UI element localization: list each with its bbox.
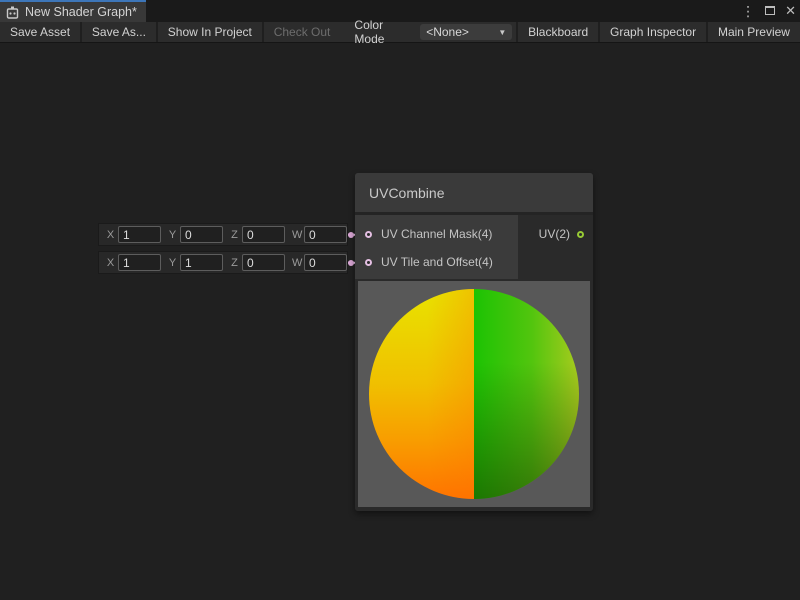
vector-field-y: Y <box>161 254 223 271</box>
vector-z-input[interactable] <box>242 254 285 271</box>
vector4-widget-uv-tile-offset: X Y Z W <box>98 251 348 274</box>
show-in-project-button[interactable]: Show In Project <box>158 22 262 42</box>
graph-inspector-button[interactable]: Graph Inspector <box>600 22 706 42</box>
input-port-icon[interactable] <box>365 259 372 266</box>
vector-field-x: X <box>99 226 161 243</box>
vector-w-input[interactable] <box>304 226 347 243</box>
widget-port-stub <box>347 252 354 273</box>
color-mode-dropdown[interactable]: <None> ▼ <box>420 24 512 40</box>
vector-x-input[interactable] <box>118 254 161 271</box>
kebab-menu-icon[interactable]: ⋮ <box>741 0 755 22</box>
input-port-label: UV Tile and Offset(4) <box>381 255 493 269</box>
vector-w-label: W <box>292 257 301 269</box>
vector-w-input[interactable] <box>304 254 347 271</box>
vector-field-z: Z <box>223 254 285 271</box>
vector-x-label: X <box>106 229 115 241</box>
output-port-label: UV(2) <box>539 227 570 241</box>
save-asset-button[interactable]: Save Asset <box>0 22 80 42</box>
tab-new-shader-graph[interactable]: New Shader Graph* <box>0 0 146 22</box>
graph-canvas[interactable]: X Y Z W X <box>0 43 800 600</box>
vector-z-label: Z <box>230 257 239 269</box>
vector-y-input[interactable] <box>180 226 223 243</box>
output-ports-panel: UV(2) <box>518 215 593 279</box>
blackboard-button[interactable]: Blackboard <box>518 22 598 42</box>
input-port-label: UV Channel Mask(4) <box>381 227 492 241</box>
vector-x-input[interactable] <box>118 226 161 243</box>
close-icon[interactable]: ✕ <box>785 0 796 22</box>
node-preview-section <box>355 279 593 511</box>
window-controls: ⋮ ✕ <box>741 0 796 22</box>
input-port-row: UV Tile and Offset(4) <box>355 248 518 276</box>
port-connector-dot[interactable] <box>348 232 354 238</box>
color-mode-value: <None> <box>426 25 498 39</box>
input-ports-panel: UV Channel Mask(4) UV Tile and Offset(4) <box>355 215 518 279</box>
preview-sphere <box>369 289 579 499</box>
vector4-widget-uv-channel-mask: X Y Z W <box>98 223 348 246</box>
vector-y-label: Y <box>168 257 177 269</box>
node-preview <box>358 281 590 507</box>
vector-field-x: X <box>99 254 161 271</box>
shader-graph-window: New Shader Graph* ⋮ ✕ Save Asset Save As… <box>0 0 800 600</box>
node-title: UVCombine <box>369 185 444 201</box>
input-port-icon[interactable] <box>365 231 372 238</box>
node-uvcombine[interactable]: UVCombine UV Channel Mask(4) UV Tile and… <box>355 173 593 511</box>
vector-y-label: Y <box>168 229 177 241</box>
node-title-bar[interactable]: UVCombine <box>355 173 593 212</box>
save-as-button[interactable]: Save As... <box>82 22 156 42</box>
vector-field-w: W <box>285 226 347 243</box>
toolbar: Save Asset Save As... Show In Project Ch… <box>0 22 800 43</box>
sphere-right-uv-half <box>474 289 579 499</box>
vector-w-label: W <box>292 229 301 241</box>
maximize-icon[interactable] <box>765 0 775 22</box>
chevron-down-icon: ▼ <box>498 28 506 37</box>
output-port-row: UV(2) <box>518 220 593 248</box>
output-port-icon[interactable] <box>577 231 584 238</box>
color-mode-label: Color Mode <box>340 22 420 42</box>
main-preview-button[interactable]: Main Preview <box>708 22 800 42</box>
shader-graph-icon <box>6 6 19 19</box>
check-out-button: Check Out <box>264 22 341 42</box>
sphere-left-uv-half <box>369 289 474 499</box>
vector-field-y: Y <box>161 226 223 243</box>
port-connector-dot[interactable] <box>348 260 354 266</box>
vector-x-label: X <box>106 257 115 269</box>
input-port-row: UV Channel Mask(4) <box>355 220 518 248</box>
vector-z-input[interactable] <box>242 226 285 243</box>
vector-z-label: Z <box>230 229 239 241</box>
vector-field-w: W <box>285 254 347 271</box>
tab-title: New Shader Graph* <box>25 5 137 19</box>
vector-y-input[interactable] <box>180 254 223 271</box>
vector-field-z: Z <box>223 226 285 243</box>
widget-port-stub <box>347 224 354 245</box>
node-ports: UV Channel Mask(4) UV Tile and Offset(4)… <box>355 215 593 279</box>
